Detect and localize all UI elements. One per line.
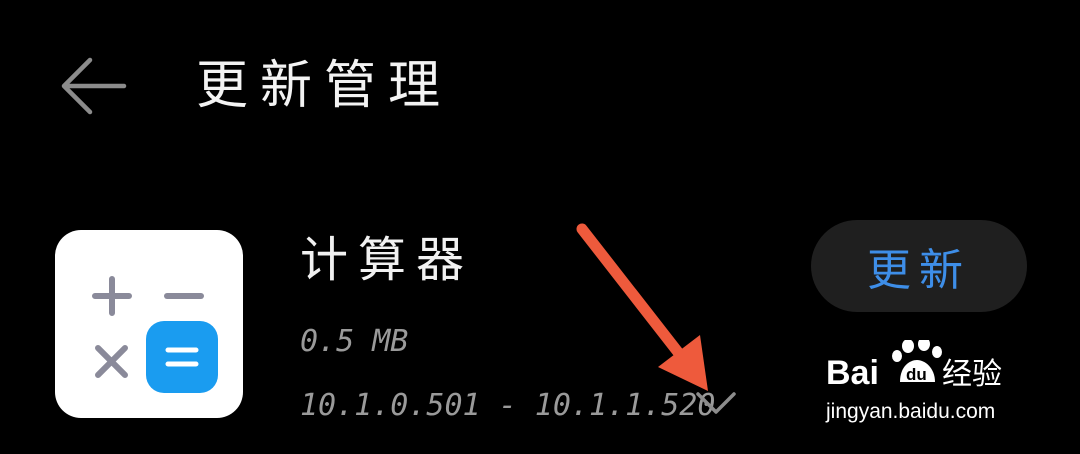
calculator-app-icon (55, 230, 243, 418)
back-arrow-icon (61, 57, 127, 115)
watermark-url: jingyan.baidu.com (826, 400, 996, 423)
page-title: 更新管理 (196, 56, 453, 116)
title-bar: 更新管理 (0, 40, 1080, 140)
svg-text:du: du (906, 365, 927, 384)
update-button[interactable]: 更新 (811, 220, 1027, 312)
baidu-logo-icon: du Bai 经验 (826, 340, 1002, 392)
svg-text:经验: 经验 (942, 357, 1002, 392)
baidu-jingyan-watermark: du Bai 经验 jingyan.baidu.com (826, 330, 1026, 440)
back-button[interactable] (54, 50, 138, 122)
annotation-arrow-icon (576, 223, 708, 391)
svg-text:Bai: Bai (826, 354, 879, 392)
app-size: 0.5 MB (300, 324, 409, 359)
app-name: 计算器 (300, 232, 475, 288)
